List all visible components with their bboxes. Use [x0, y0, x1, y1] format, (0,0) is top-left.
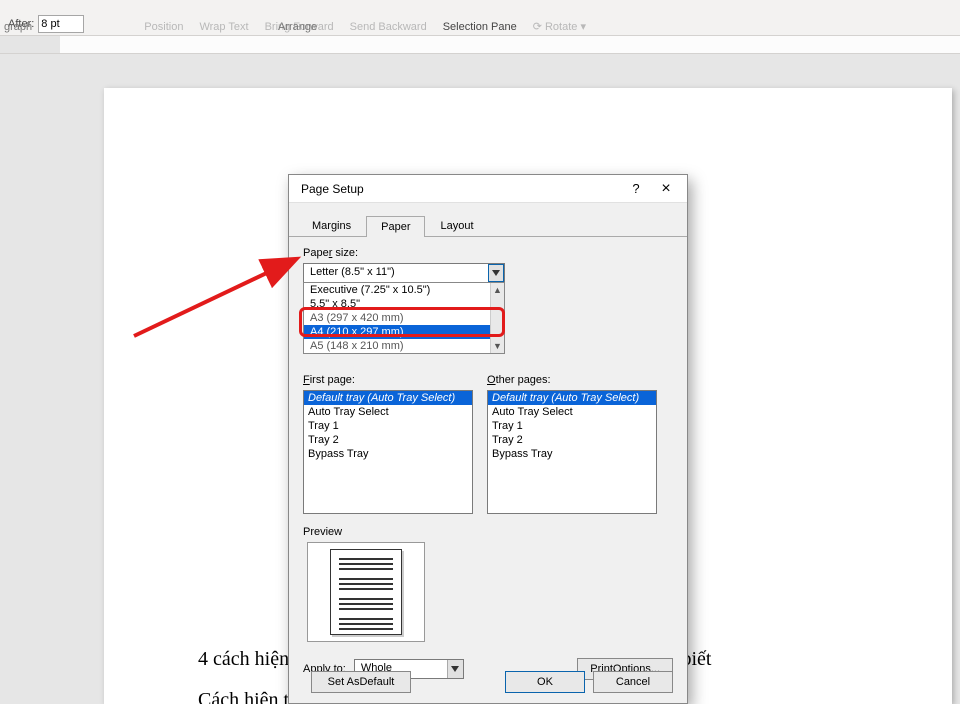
selection-pane-button[interactable]: Selection Pane	[443, 21, 517, 33]
list-item[interactable]: Tray 2	[304, 433, 472, 447]
dialog-titlebar[interactable]: Page Setup ? ×	[289, 175, 687, 203]
paper-size-dropdown[interactable]: Executive (7.25" x 10.5") 5.5" x 8.5" A3…	[303, 282, 505, 354]
horizontal-ruler[interactable]	[0, 36, 960, 54]
paper-size-option-selected[interactable]: A4 (210 x 297 mm)	[304, 325, 504, 339]
preview-sheet	[330, 549, 402, 635]
cancel-button[interactable]: Cancel	[593, 671, 673, 693]
list-item[interactable]: Auto Tray Select	[488, 405, 656, 419]
ribbon-fragment: After: Position Wrap Text Bring Forward …	[0, 0, 960, 36]
position-button: Position	[144, 21, 183, 33]
list-item[interactable]: Default tray (Auto Tray Select)	[304, 391, 472, 405]
dialog-footer: Set As Default OK Cancel	[303, 671, 673, 693]
tab-paper[interactable]: Paper	[366, 216, 425, 237]
send-backward-button: Send Backward	[350, 21, 427, 33]
first-page-listbox[interactable]: Default tray (Auto Tray Select) Auto Tra…	[303, 390, 473, 514]
list-item[interactable]: Default tray (Auto Tray Select)	[488, 391, 656, 405]
section-paragraph: graph	[4, 21, 32, 33]
preview-label: Preview	[303, 526, 673, 538]
rotate-button: ⟳ Rotate ▾	[533, 20, 586, 33]
first-page-column: First page: Default tray (Auto Tray Sele…	[303, 374, 473, 514]
set-as-default-button[interactable]: Set As Default	[311, 671, 411, 693]
wrap-text-button: Wrap Text	[199, 21, 248, 33]
other-pages-column: Other pages: Default tray (Auto Tray Sel…	[487, 374, 657, 514]
first-page-label: First page:	[303, 374, 473, 386]
ok-button[interactable]: OK	[505, 671, 585, 693]
list-item[interactable]: Tray 1	[304, 419, 472, 433]
scroll-down-icon[interactable]: ▼	[491, 339, 504, 353]
tab-layout[interactable]: Layout	[425, 215, 488, 236]
dialog-body: Paper size: Letter (8.5" x 11") Executiv…	[289, 237, 687, 690]
paper-size-option[interactable]: 5.5" x 8.5"	[304, 297, 504, 311]
list-item[interactable]: Auto Tray Select	[304, 405, 472, 419]
dropdown-scrollbar[interactable]: ▲ ▼	[490, 283, 504, 353]
page-setup-dialog: Page Setup ? × Margins Paper Layout Pape…	[288, 174, 688, 704]
tab-margins[interactable]: Margins	[297, 215, 366, 236]
paper-size-option[interactable]: A3 (297 x 420 mm)	[304, 311, 504, 325]
document-canvas: 4 cách hiện thanh công cụ trong Word mà …	[0, 54, 960, 704]
spacing-after-input[interactable]	[38, 15, 84, 33]
list-item[interactable]: Tray 1	[488, 419, 656, 433]
dialog-help-button[interactable]: ?	[621, 181, 651, 196]
dialog-tabs: Margins Paper Layout	[289, 209, 687, 237]
section-arrange: Arrange	[278, 21, 317, 33]
paper-size-value: Letter (8.5" x 11")	[304, 264, 488, 282]
scroll-up-icon[interactable]: ▲	[491, 283, 504, 297]
preview-box	[307, 542, 425, 642]
chevron-down-icon[interactable]	[488, 264, 504, 282]
paper-size-option[interactable]: A5 (148 x 210 mm)	[304, 339, 504, 353]
paper-size-label: Paper size:	[303, 247, 673, 259]
list-item[interactable]: Tray 2	[488, 433, 656, 447]
dialog-title: Page Setup	[301, 182, 621, 196]
other-pages-listbox[interactable]: Default tray (Auto Tray Select) Auto Tra…	[487, 390, 657, 514]
dialog-close-button[interactable]: ×	[651, 180, 681, 198]
list-item[interactable]: Bypass Tray	[304, 447, 472, 461]
list-item[interactable]: Bypass Tray	[488, 447, 656, 461]
paper-size-combo[interactable]: Letter (8.5" x 11")	[303, 263, 505, 283]
paper-size-option[interactable]: Executive (7.25" x 10.5")	[304, 283, 504, 297]
other-pages-label: Other pages:	[487, 374, 657, 386]
